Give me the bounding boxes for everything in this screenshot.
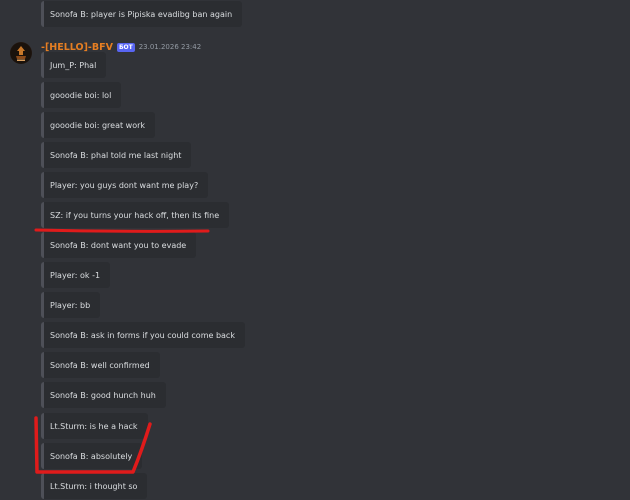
embed-message: gooodie boi: lol	[41, 82, 122, 108]
embed-message: Jum_P: Phal	[41, 52, 107, 78]
avatar[interactable]	[10, 42, 32, 64]
embed-message: Sonofa B: ask in forms if you could come…	[41, 322, 245, 348]
embed-text: Player: bb	[50, 300, 91, 310]
embed-message: Player: bb	[41, 292, 101, 318]
server-logo-icon	[10, 42, 32, 64]
embed-text: Sonofa B: dont want you to evade	[50, 240, 187, 250]
embed-text: Jum_P: Phal	[50, 60, 97, 70]
embed-message: Player: ok -1	[41, 262, 111, 288]
embed-text: Sonofa B: well confirmed	[50, 360, 150, 370]
embed-text: Sonofa B: phal told me last night	[50, 150, 182, 160]
embed-message: Sonofa B: absolutely	[41, 443, 143, 469]
chat-message-area: Sonofa B: player is Pipiska evadibg ban …	[0, 0, 630, 500]
embed-text: Sonofa B: player is Pipiska evadibg ban …	[50, 9, 233, 19]
embed-text: Sonofa B: ask in forms if you could come…	[50, 330, 235, 340]
embed-message: Lt.Sturm: is he a hack	[41, 413, 148, 439]
embed-message: SZ: if you turns your hack off, then its…	[41, 202, 230, 228]
embed-text: gooodie boi: great work	[50, 120, 146, 130]
embed-message: Sonofa B: well confirmed	[41, 352, 160, 378]
username[interactable]: -[HELLO]-BFV	[41, 42, 113, 53]
embed-message: Sonofa B: player is Pipiska evadibg ban …	[41, 1, 243, 27]
embed-message: Sonofa B: dont want you to evade	[41, 232, 197, 258]
embed-text: gooodie boi: lol	[50, 90, 112, 100]
embed-message: Sonofa B: good hunch huh	[41, 382, 166, 408]
embed-text: Lt.Sturm: i thought so	[50, 481, 138, 491]
embed-message: Lt.Sturm: i thought so	[41, 473, 148, 499]
embed-message: Sonofa B: phal told me last night	[41, 142, 192, 168]
timestamp[interactable]: 23.01.2026 23:42	[139, 43, 201, 51]
embed-text: Sonofa B: absolutely	[50, 451, 133, 461]
bot-badge: БОТ	[116, 42, 135, 52]
embed-text: Player: you guys dont want me play?	[50, 180, 199, 190]
embed-message: Player: you guys dont want me play?	[41, 172, 209, 198]
embed-message: gooodie boi: great work	[41, 112, 156, 138]
embed-text: SZ: if you turns your hack off, then its…	[50, 210, 220, 220]
embed-text: Player: ok -1	[50, 270, 101, 280]
embed-text: Lt.Sturm: is he a hack	[50, 421, 138, 431]
embed-text: Sonofa B: good hunch huh	[50, 390, 156, 400]
